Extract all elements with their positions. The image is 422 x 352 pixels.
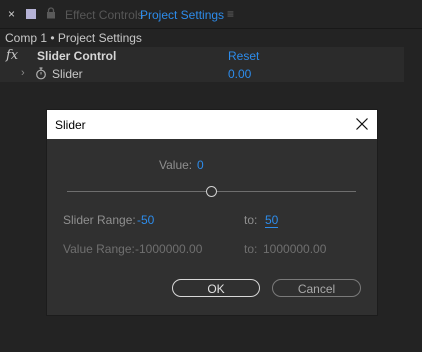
ok-button[interactable]: OK [172,279,260,297]
value-range-to-label: to: [244,242,258,256]
value-range-label: Value Range: [63,242,135,256]
slider-range-max-field[interactable]: 50 [265,213,279,228]
value-label: Value: [159,158,193,172]
fx-icon[interactable]: fx [6,48,18,64]
tab-project-settings[interactable]: Project Settings [140,8,224,22]
value-range-min: -1000000.00 [135,242,203,256]
property-value[interactable]: 0.00 [228,67,251,81]
effect-controls-panel: × Effect Controls Project Settings ≡ Com… [0,0,422,352]
effect-name: Slider Control [37,49,117,63]
stopwatch-icon[interactable] [35,67,47,80]
chevron-right-icon[interactable]: › [21,67,25,80]
reset-link[interactable]: Reset [228,49,259,63]
label-color-swatch [26,9,36,19]
property-name: Slider [52,67,83,81]
panel-tab-bar: × Effect Controls Project Settings ≡ [0,0,422,29]
slider-range-min-field[interactable]: -50 [137,213,154,227]
close-tab-icon[interactable]: × [8,7,15,21]
slider-range-label: Slider Range: [63,213,136,227]
dialog-titlebar: Slider [47,110,377,139]
effect-row-slider-control[interactable]: fx Slider Control Reset [0,47,404,65]
property-row-slider[interactable]: › Slider 0.00 [0,65,404,82]
cancel-button[interactable]: Cancel [272,279,361,297]
tab-effect-controls[interactable]: Effect Controls [65,8,143,22]
dialog-title: Slider [55,118,86,132]
lock-icon[interactable] [46,7,56,19]
slider-range-to-label: to: [244,213,258,227]
value-range-max: 1000000.00 [263,242,327,256]
breadcrumb: Comp 1 • Project Settings [5,31,142,45]
slider-dialog: Slider Value: 0 Slider Range: -50 to: 50… [46,109,378,316]
value-field[interactable]: 0 [197,158,204,172]
close-icon[interactable] [353,115,371,133]
slider-thumb[interactable] [206,186,217,197]
panel-menu-icon[interactable]: ≡ [227,7,234,21]
